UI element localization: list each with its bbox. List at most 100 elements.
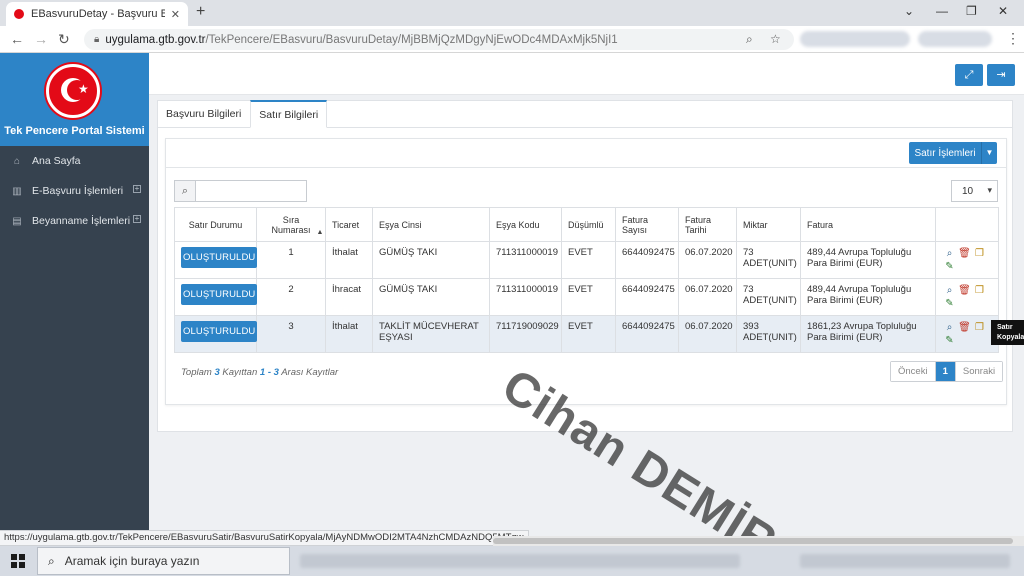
browser-menu-icon[interactable]: ⋮ (1006, 30, 1020, 47)
expand-plus-icon[interactable]: + (133, 215, 141, 223)
tooltip-line: Kopyala (997, 334, 1024, 341)
cell-ticaret: İthalat (325, 315, 373, 353)
scrollbar-thumb[interactable] (493, 538, 1013, 544)
cell-actions: ⌕ 🗑︎ ❐ ✎ (935, 315, 999, 353)
close-tab-icon[interactable]: ✕ (171, 8, 180, 21)
tab-basvuru-bilgileri[interactable]: Başvuru Bilgileri (157, 100, 250, 128)
brand-header: ★ Tek Pencere Portal Sistemi (0, 53, 149, 146)
col-header-fatura-tarihi[interactable]: Fatura Tarihi (678, 207, 737, 242)
profile-avatar[interactable] (918, 31, 992, 47)
sidebar-item-ebasvuru[interactable]: ▥ E-Başvuru İşlemleri + (0, 179, 149, 203)
search-icon[interactable]: ⌕ (942, 248, 957, 260)
windows-start-icon[interactable] (11, 554, 25, 568)
cell-esya-kodu: 711311000019 (489, 241, 562, 279)
taskbar-apps (300, 554, 740, 568)
rows-table: Satır Durumu Sıra Numarası ▲ Ticaret Eşya… (174, 207, 999, 353)
copy-row-tooltip: Satır Kopyala (991, 320, 1024, 345)
cell-dusumlu: EVET (561, 278, 616, 316)
screen: EBasvuruDetay - Başvuru Bilgi Sis ✕ + ⌄ … (0, 0, 1024, 576)
chevron-down-icon[interactable]: ⌄ (904, 4, 914, 18)
col-header-satir-durumu[interactable]: Satır Durumu (174, 207, 257, 242)
cell-fatura-tarihi: 06.07.2020 (678, 241, 737, 279)
copy-icon[interactable]: ❐ (972, 248, 987, 260)
forward-icon[interactable]: → (34, 31, 48, 47)
back-icon[interactable]: ← (10, 31, 24, 47)
cell-ticaret: İthalat (325, 241, 373, 279)
next-page-button[interactable]: Sonraki (955, 362, 1003, 381)
expand-icon: ⤢ (964, 69, 974, 81)
windows-taskbar: ⌕ Aramak için buraya yazın (0, 546, 1024, 576)
cell-fatura-sayisi: 6644092475 (615, 241, 679, 279)
fullscreen-button[interactable]: ⤢ (955, 64, 983, 86)
trash-icon[interactable]: 🗑︎ (957, 285, 972, 297)
close-window-icon[interactable]: ✕ (998, 4, 1008, 18)
status-url: https://uygulama.gtb.gov.tr/TekPencere/E… (0, 530, 529, 546)
cell-esya-kodu: 711311000019 (489, 278, 562, 316)
info-text: Kayıttan (219, 367, 260, 378)
col-header-dusumlu[interactable]: Düşümlü (561, 207, 616, 242)
edit-icon[interactable]: ✎ (942, 335, 957, 347)
sidebar-item-beyanname[interactable]: ▤ Beyanname İşlemleri + (0, 209, 149, 233)
copy-icon[interactable]: ❐ (972, 285, 987, 297)
bookmark-star-icon[interactable]: ☆ (770, 32, 781, 46)
logout-button[interactable]: ⇥ (987, 64, 1015, 86)
tooltip-line: Satır (997, 324, 1013, 331)
browser-tab-title: EBasvuruDetay - Başvuru Bilgi Sis (31, 8, 165, 20)
trash-icon[interactable]: 🗑︎ (957, 322, 972, 334)
trash-icon[interactable]: 🗑︎ (957, 248, 972, 260)
edit-icon[interactable]: ✎ (942, 261, 957, 273)
search-icon[interactable]: ⌕ (942, 322, 957, 334)
taskbar-search-input[interactable]: ⌕ Aramak için buraya yazın (37, 547, 290, 575)
col-header-fatura-sayisi[interactable]: Fatura Sayısı (615, 207, 679, 242)
new-tab-button[interactable]: + (196, 3, 205, 21)
reload-icon[interactable]: ↻ (58, 31, 70, 48)
status-button[interactable]: OLUŞTURULDU (181, 247, 258, 268)
cell-sira: 2 (256, 278, 326, 316)
minimize-icon[interactable]: — (936, 4, 948, 18)
url-path: /TekPencere/EBasvuru/BasvuruDetay/MjBBMj… (205, 33, 618, 46)
sidebar-item-home[interactable]: ⌂ Ana Sayfa (0, 149, 149, 173)
copy-icon[interactable]: ❐ (972, 322, 987, 334)
chart-icon: ▥ (12, 185, 22, 197)
cell-sira: 3 (256, 315, 326, 353)
browser-toolbar: ← → ↻ 🔒︎ uygulama.gtb.gov.tr /TekPencere… (0, 26, 1024, 53)
sidebar-item-label: Ana Sayfa (32, 155, 81, 167)
search-button[interactable]: ⌕ (174, 180, 196, 202)
zoom-icon[interactable]: ⌕ (746, 32, 753, 47)
table-row: OLUŞTURULDU 2 İhracat GÜMÜŞ TAKI 7113110… (174, 278, 999, 316)
col-header-ticaret[interactable]: Ticaret (325, 207, 373, 242)
cell-dusumlu: EVET (561, 315, 616, 353)
info-text: Arası Kayıtlar (278, 367, 339, 378)
expand-plus-icon[interactable]: + (133, 185, 141, 193)
col-header-esya-cinsi[interactable]: Eşya Cinsi (372, 207, 490, 242)
col-header-miktar[interactable]: Miktar (736, 207, 801, 242)
status-button[interactable]: OLUŞTURULDU (181, 321, 258, 342)
cell-esya-cinsi: TAKLİT MÜCEVHERAT EŞYASI (372, 315, 490, 353)
page-1-button[interactable]: 1 (934, 362, 956, 381)
caret-down-icon[interactable]: ▼ (981, 142, 997, 164)
restore-icon[interactable]: ❐ (966, 4, 977, 18)
search-icon[interactable]: ⌕ (942, 285, 957, 297)
tab-satir-bilgileri[interactable]: Satır Bilgileri (250, 100, 328, 128)
status-button[interactable]: OLUŞTURULDU (181, 284, 258, 305)
search-input[interactable] (196, 180, 307, 202)
info-text: Toplam (181, 367, 215, 378)
prev-page-button[interactable]: Önceki (891, 362, 935, 381)
pagination: Önceki 1 Sonraki (890, 361, 1004, 382)
col-header-sira-numarasi[interactable]: Sıra Numarası ▲ (256, 207, 326, 242)
cell-fatura-tarihi: 06.07.2020 (678, 315, 737, 353)
cell-miktar: 393 ADET(UNIT) (736, 315, 801, 353)
sidebar-item-label: Beyanname İşlemleri (32, 215, 131, 227)
cell-fatura-sayisi: 6644092475 (615, 315, 679, 353)
horizontal-scrollbar[interactable] (493, 536, 1024, 546)
table-row: OLUŞTURULDU 3 İthalat TAKLİT MÜCEVHERAT … (174, 315, 999, 353)
page-size-select[interactable]: 10 ▾ (951, 180, 998, 202)
satir-islemleri-button[interactable]: Satır İşlemleri ▼ (909, 142, 997, 164)
address-bar[interactable]: 🔒︎ uygulama.gtb.gov.tr /TekPencere/EBasv… (84, 29, 794, 50)
system-tray (800, 554, 1010, 568)
edit-icon[interactable]: ✎ (942, 298, 957, 310)
col-header-esya-kodu[interactable]: Eşya Kodu (489, 207, 562, 242)
col-header-fatura[interactable]: Fatura (800, 207, 936, 242)
chevron-down-icon: ▾ (987, 185, 992, 195)
browser-tab[interactable]: EBasvuruDetay - Başvuru Bilgi Sis ✕ (6, 2, 188, 26)
